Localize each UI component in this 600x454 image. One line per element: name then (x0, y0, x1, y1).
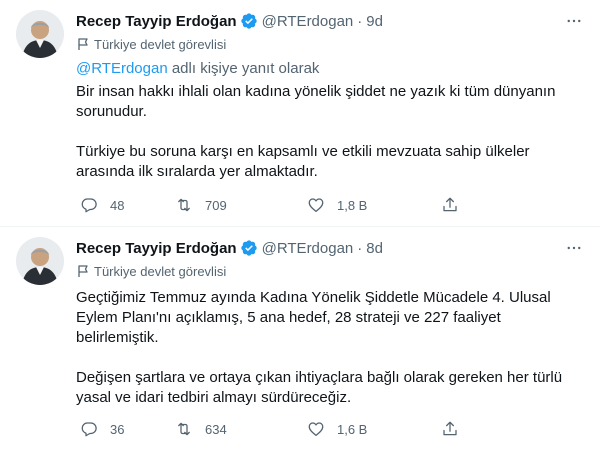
reply-count: 36 (110, 421, 125, 437)
author-name[interactable]: Recep Tayyip Erdoğan (76, 240, 237, 257)
flag-icon (76, 264, 90, 278)
author-handle[interactable]: @RTErdogan (262, 240, 354, 257)
like-count: 1,6 B (337, 421, 368, 437)
separator-dot: · (357, 239, 363, 257)
avatar-image (16, 237, 64, 285)
account-label-text: Türkiye devlet görevlisi (94, 263, 227, 279)
separator-dot: · (357, 12, 363, 30)
reply-mention-link[interactable]: @RTErdogan (76, 60, 168, 77)
reply-count: 48 (110, 197, 125, 213)
retweet-icon (178, 198, 190, 212)
tweet-text: Bir insan hakkı ihlali olan kadına yönel… (76, 82, 586, 182)
account-label[interactable]: Türkiye devlet görevlisi (76, 260, 586, 282)
share-button[interactable] (441, 196, 465, 214)
tweet-text: Geçtiğimiz Temmuz ayında Kadına Yönelik … (76, 288, 586, 408)
flag-icon (76, 37, 90, 51)
tweet-paragraph: Bir insan hakkı ihlali olan kadına yönel… (76, 83, 556, 120)
retweet-icon (178, 422, 190, 436)
replying-to: @RTErdogan adlı kişiye yanıt olarak (76, 59, 586, 79)
reply-icon (81, 198, 97, 213)
more-options-icon[interactable] (562, 10, 586, 32)
retweet-button[interactable]: 709 (175, 196, 307, 214)
verified-badge-icon (240, 239, 258, 257)
avatar[interactable] (16, 10, 64, 58)
more-options-icon[interactable] (562, 237, 586, 259)
tweet-timestamp[interactable]: 9d (366, 13, 383, 30)
tweet[interactable]: Recep Tayyip Erdoğan @RTErdogan · 9d Tür… (0, 0, 600, 227)
retweet-button[interactable]: 634 (175, 420, 307, 438)
reply-icon (81, 422, 97, 437)
verified-badge-icon (240, 12, 258, 30)
tweet-paragraph: Geçtiğimiz Temmuz ayında Kadına Yönelik … (76, 289, 551, 346)
tweet-timestamp[interactable]: 8d (366, 240, 383, 257)
reply-button[interactable]: 48 (80, 196, 175, 214)
account-label-text: Türkiye devlet görevlisi (94, 36, 227, 52)
tweet-actions: 36 634 1,6 B (80, 420, 600, 438)
tweet-paragraph: Değişen şartlara ve ortaya çıkan ihtiyaç… (76, 369, 563, 406)
like-count: 1,8 B (337, 197, 368, 213)
tweet[interactable]: Recep Tayyip Erdoğan @RTErdogan · 8d Tür… (0, 227, 600, 454)
retweet-count: 634 (205, 421, 227, 437)
like-icon (308, 198, 324, 213)
reply-to-text: adlı kişiye yanıt olarak (167, 60, 320, 77)
avatar-image (16, 10, 64, 58)
author-name[interactable]: Recep Tayyip Erdoğan (76, 13, 237, 30)
share-button[interactable] (441, 420, 465, 438)
tweet-actions: 48 709 1,8 B (80, 196, 600, 214)
retweet-count: 709 (205, 197, 227, 213)
tweet-paragraph: Türkiye bu soruna karşı en kapsamlı ve e… (76, 143, 530, 180)
share-icon (443, 197, 457, 212)
reply-button[interactable]: 36 (80, 420, 175, 438)
share-icon (443, 421, 457, 436)
like-button[interactable]: 1,8 B (307, 196, 441, 214)
avatar[interactable] (16, 237, 64, 285)
account-label[interactable]: Türkiye devlet görevlisi (76, 33, 586, 55)
author-handle[interactable]: @RTErdogan (262, 13, 354, 30)
like-button[interactable]: 1,6 B (307, 420, 441, 438)
like-icon (308, 422, 324, 437)
